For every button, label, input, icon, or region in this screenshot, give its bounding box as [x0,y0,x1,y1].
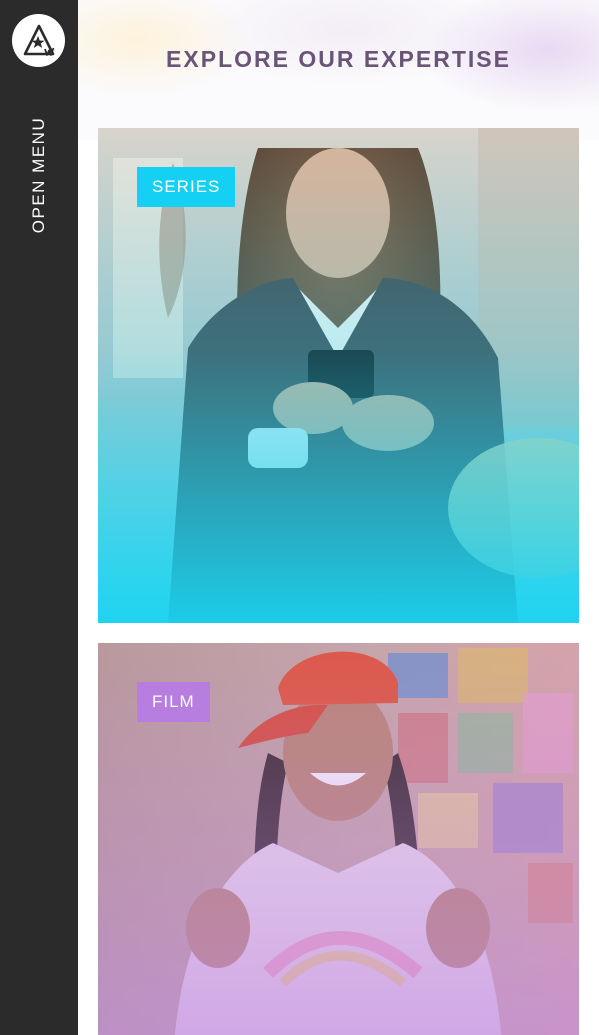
logo-icon[interactable] [12,14,65,67]
film-badge: FILM [137,682,210,722]
sidebar: OPEN MENU [0,0,78,1035]
series-badge: SERIES [137,167,236,207]
series-card[interactable]: SERIES [98,128,579,623]
film-card[interactable]: FILM [98,643,579,1035]
main-content: EXPLORE OUR EXPERTISE SERIES FILM [78,0,599,1035]
page-title: EXPLORE OUR EXPERTISE [166,46,511,72]
open-menu-button[interactable]: OPEN MENU [12,100,66,250]
aw-logo-icon [23,24,54,56]
open-menu-label: OPEN MENU [29,116,48,234]
